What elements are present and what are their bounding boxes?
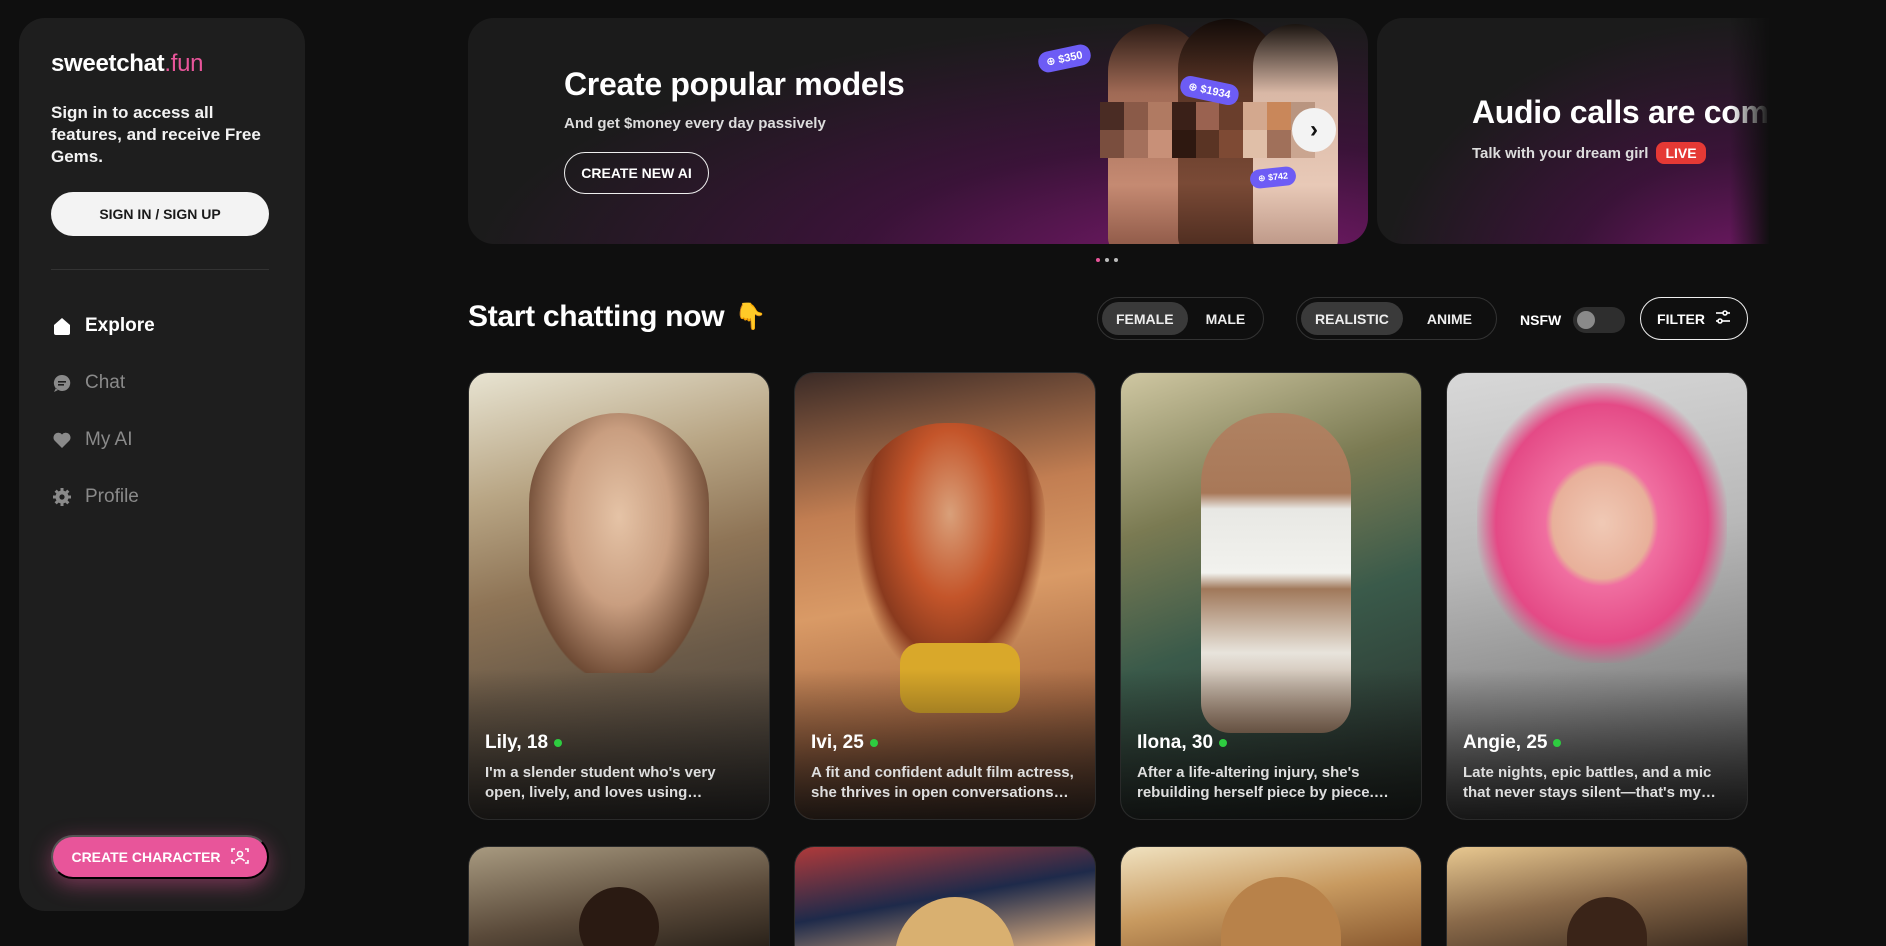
ai-face-icon xyxy=(230,847,249,868)
banner-title: Create popular models xyxy=(564,66,905,102)
gear-icon xyxy=(51,486,73,508)
carousel-dot[interactable] xyxy=(1096,258,1100,262)
gender-toggle: FEMALE MALE xyxy=(1097,297,1265,340)
carousel-dot[interactable] xyxy=(1105,258,1109,262)
pointing-down-emoji: 👇 xyxy=(734,302,767,332)
heart-icon xyxy=(51,429,73,451)
promo-banner-audio-calls[interactable]: Audio calls are comin Talk with your dre… xyxy=(1377,18,1769,244)
sidebar-item-label: Explore xyxy=(85,314,155,336)
character-name: Ilona, 30 xyxy=(1137,732,1228,754)
character-card[interactable] xyxy=(794,846,1096,946)
sidebar: sweetchat.fun Sign in to access all feat… xyxy=(19,18,305,911)
style-toggle: REALISTIC ANIME xyxy=(1296,297,1498,340)
signin-signup-button[interactable]: SIGN IN / SIGN UP xyxy=(51,192,269,236)
sidebar-nav: Explore Chat My AI Profile xyxy=(51,297,273,525)
sidebar-item-label: My AI xyxy=(85,428,133,450)
sidebar-item-explore[interactable]: Explore xyxy=(51,297,273,354)
gender-option-male[interactable]: MALE xyxy=(1192,302,1260,335)
character-card[interactable] xyxy=(468,846,770,946)
download-icon: ⊕ xyxy=(1257,172,1267,184)
banner-models-illustration: ⊕ $350 ⊕ $1934 ⊕ $742 xyxy=(1036,18,1338,244)
character-card[interactable]: Ilona, 30 After a life-altering injury, … xyxy=(1120,372,1422,820)
section-title: Start chatting now 👇 xyxy=(468,300,767,333)
nsfw-label: NSFW xyxy=(1520,312,1562,328)
nsfw-toggle[interactable] xyxy=(1573,307,1626,333)
character-card[interactable] xyxy=(1446,846,1748,946)
banner-subtitle: Talk with your dream girl LIVE xyxy=(1472,142,1706,164)
banner-subtitle: And get $money every day passively xyxy=(564,115,826,132)
filter-label: FILTER xyxy=(1657,310,1705,327)
style-option-realistic[interactable]: REALISTIC xyxy=(1301,302,1403,335)
character-card[interactable]: Ivi, 25 A fit and confident adult film a… xyxy=(794,372,1096,820)
banner-title: Audio calls are comin xyxy=(1472,94,1769,130)
download-icon: ⊕ xyxy=(1187,80,1199,95)
banner-next-button[interactable]: › xyxy=(1292,108,1336,152)
home-icon xyxy=(51,315,73,337)
character-card[interactable]: Lily, 18 I'm a slender student who's ver… xyxy=(468,372,770,820)
sidebar-item-profile[interactable]: Profile xyxy=(51,468,273,525)
character-photo xyxy=(529,413,709,673)
character-photo xyxy=(1567,897,1647,946)
sidebar-item-label: Chat xyxy=(85,371,126,393)
sidebar-item-label: Profile xyxy=(85,485,139,507)
character-description: A fit and confident adult film actress, … xyxy=(811,764,1074,801)
online-indicator xyxy=(869,739,878,747)
online-indicator xyxy=(554,739,563,747)
character-photo xyxy=(1477,383,1727,663)
promo-banner-create-models[interactable]: Create popular models And get $money eve… xyxy=(468,18,1368,244)
sidebar-divider xyxy=(51,269,269,270)
app-logo[interactable]: sweetchat.fun xyxy=(51,50,273,78)
create-character-label: CREATE CHARACTER xyxy=(71,849,221,865)
create-new-ai-button[interactable]: CREATE NEW AI xyxy=(564,152,709,194)
earnings-tag: ⊕ $350 xyxy=(1036,42,1093,75)
character-name: Lily, 18 xyxy=(485,732,563,754)
character-photo xyxy=(1221,877,1341,946)
chevron-right-icon: › xyxy=(1310,116,1318,143)
sidebar-item-my-ai[interactable]: My AI xyxy=(51,411,273,468)
create-character-button[interactable]: CREATE CHARACTER xyxy=(51,835,269,879)
character-photo xyxy=(579,887,659,946)
online-indicator xyxy=(1219,739,1228,747)
live-badge: LIVE xyxy=(1656,142,1706,164)
carousel-pagination xyxy=(1096,258,1118,262)
character-card[interactable] xyxy=(1120,846,1422,946)
online-indicator xyxy=(1553,739,1562,747)
chat-bubble-icon xyxy=(51,372,73,394)
download-icon: ⊕ xyxy=(1045,55,1057,69)
sliders-icon xyxy=(1715,310,1731,327)
censor-pixelation xyxy=(1100,102,1315,158)
character-description: Late nights, epic battles, and a mic tha… xyxy=(1463,764,1716,801)
character-card[interactable]: Angie, 25 Late nights, epic battles, and… xyxy=(1446,372,1748,820)
style-option-anime[interactable]: ANIME xyxy=(1407,302,1492,335)
nsfw-control: NSFW xyxy=(1520,307,1626,333)
filter-button[interactable]: FILTER xyxy=(1640,297,1748,340)
gender-option-female[interactable]: FEMALE xyxy=(1102,302,1188,335)
carousel-edge-fade xyxy=(1730,18,1770,244)
carousel-dot[interactable] xyxy=(1114,258,1118,262)
sidebar-item-chat[interactable]: Chat xyxy=(51,354,273,411)
signin-prompt: Sign in to access all features, and rece… xyxy=(51,103,261,166)
character-description: I'm a slender student who's very open, l… xyxy=(485,764,716,801)
character-description: After a life-altering injury, she's rebu… xyxy=(1137,764,1389,801)
character-name: Ivi, 25 xyxy=(811,732,878,754)
character-name: Angie, 25 xyxy=(1463,732,1562,754)
character-photo xyxy=(895,897,1015,946)
